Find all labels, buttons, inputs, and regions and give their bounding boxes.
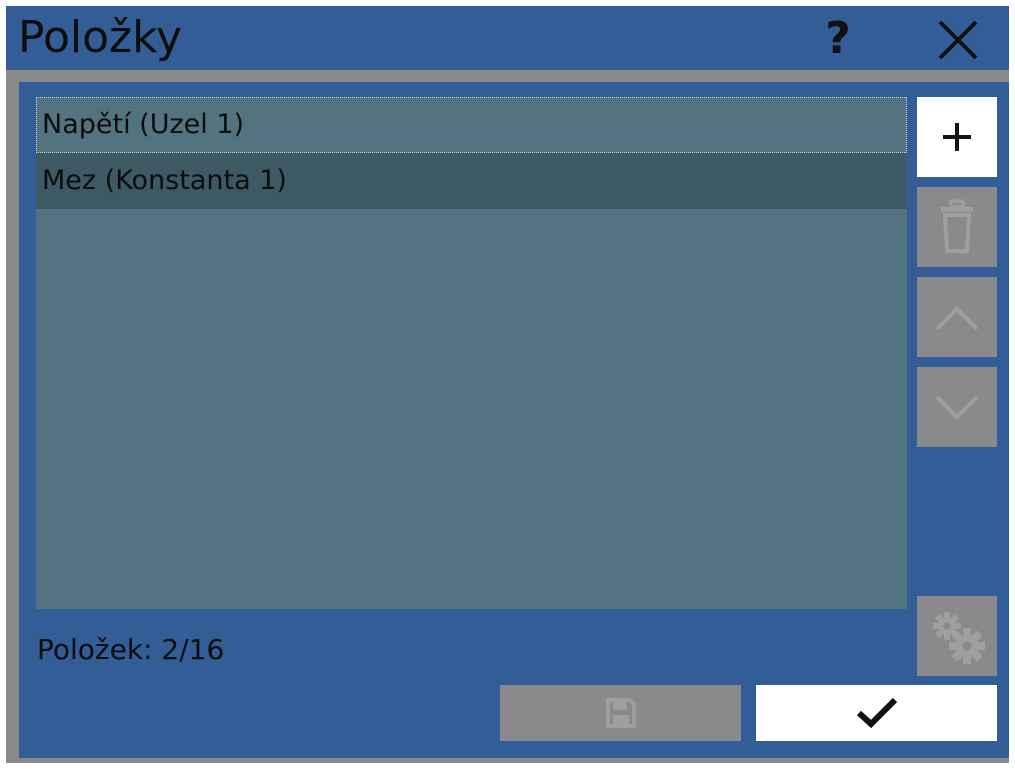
title-bar: Položky ? xyxy=(6,6,1009,70)
confirm-button[interactable] xyxy=(756,685,997,741)
plus-icon xyxy=(943,123,971,151)
delete-item-button[interactable] xyxy=(917,187,997,267)
items-list[interactable]: Napětí (Uzel 1) Mez (Konstanta 1) xyxy=(36,97,907,609)
close-button[interactable] xyxy=(932,14,984,66)
move-up-button[interactable] xyxy=(917,277,997,357)
window-title: Položky xyxy=(18,12,183,63)
add-item-button[interactable] xyxy=(917,97,997,177)
save-button[interactable] xyxy=(500,685,741,741)
settings-button[interactable] xyxy=(917,596,997,676)
list-item[interactable]: Mez (Konstanta 1) xyxy=(36,153,907,209)
chevron-up-icon xyxy=(935,306,979,331)
list-item[interactable]: Napětí (Uzel 1) xyxy=(36,97,907,153)
help-button[interactable]: ? xyxy=(812,12,864,64)
trash-icon xyxy=(941,199,973,253)
close-icon xyxy=(938,20,978,60)
floppy-disk-icon xyxy=(605,698,636,728)
items-count-label: Položek: 2/16 xyxy=(37,633,225,666)
checkmark-icon xyxy=(856,697,897,729)
question-mark-icon: ? xyxy=(825,12,851,64)
gears-icon xyxy=(933,612,985,664)
move-down-button[interactable] xyxy=(917,367,997,447)
dialog-content: Napětí (Uzel 1) Mez (Konstanta 1) Polože… xyxy=(19,82,1009,758)
chevron-down-icon xyxy=(935,395,979,420)
